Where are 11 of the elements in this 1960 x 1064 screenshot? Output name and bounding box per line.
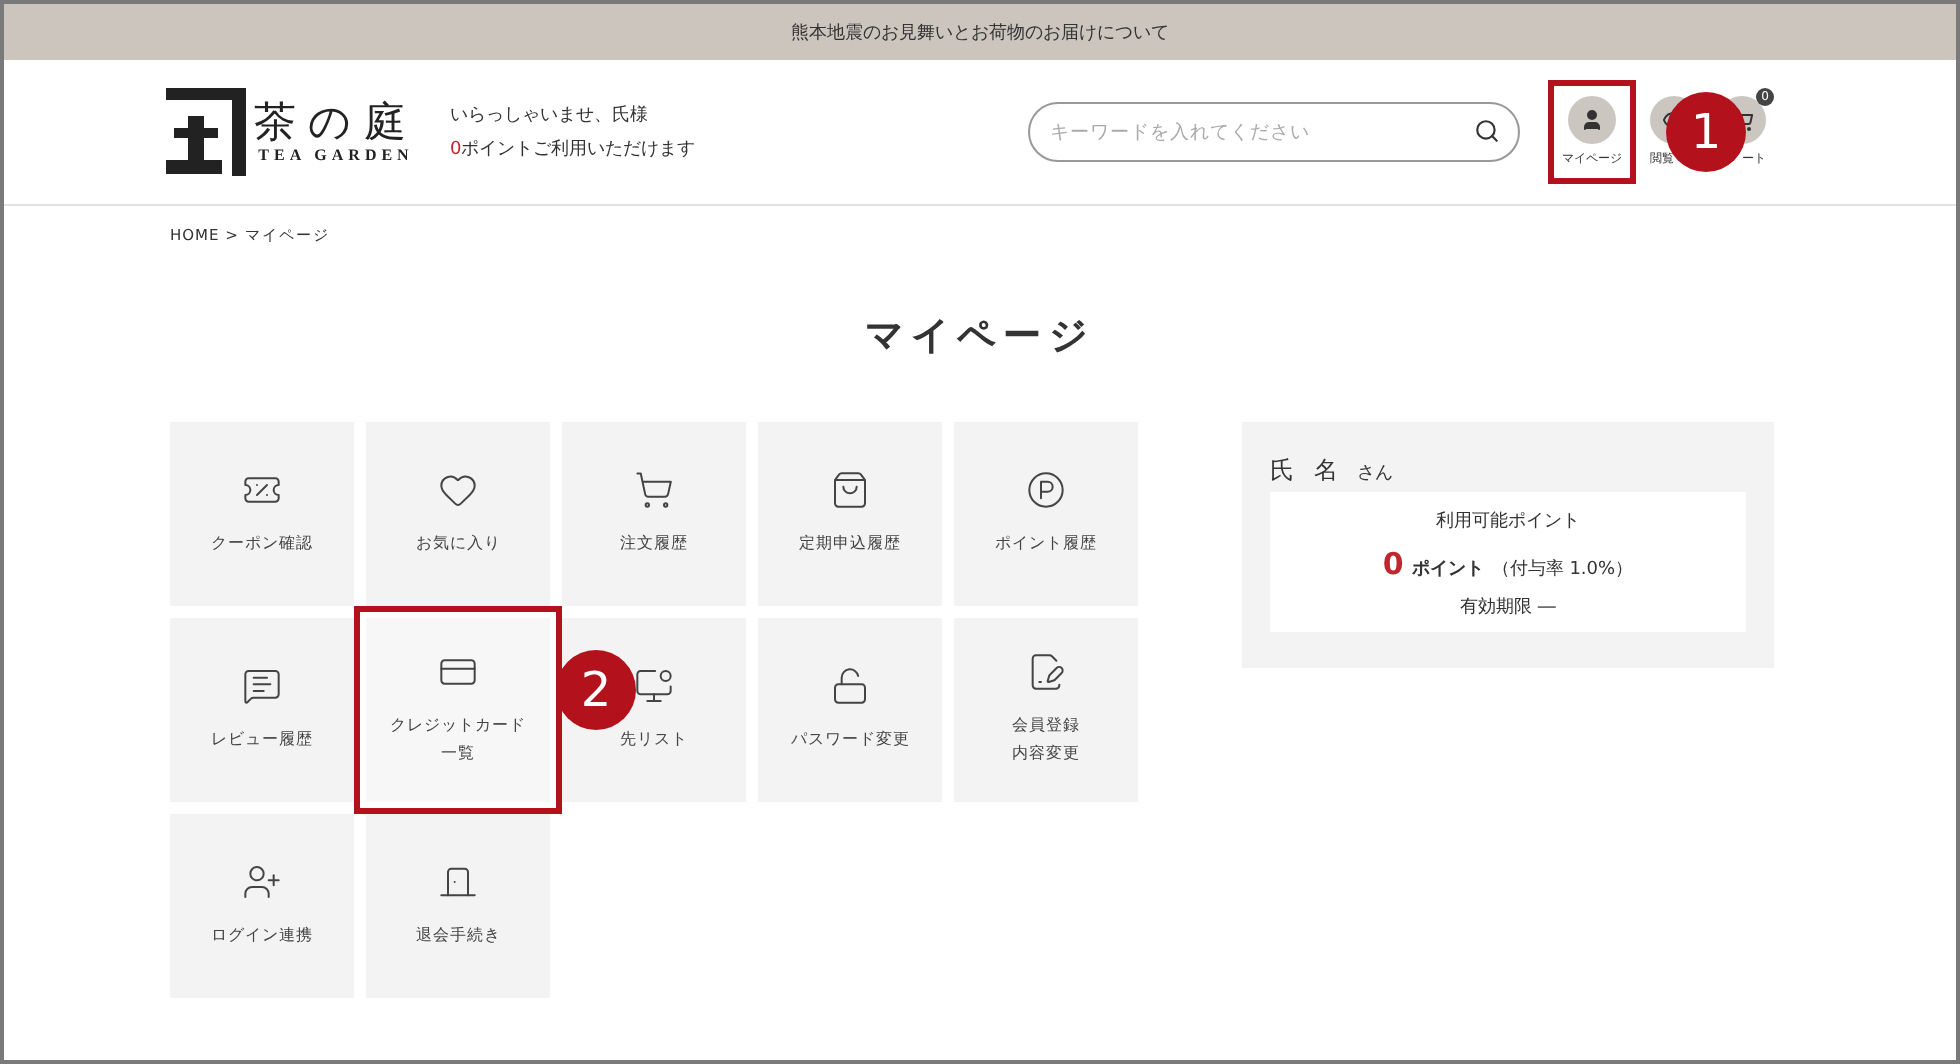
points-expiry: 有効期限 ―	[1460, 595, 1556, 620]
points-unit: ポイント	[1411, 557, 1484, 582]
points-label: 利用可能ポイント	[1436, 509, 1580, 534]
page-title: マイページ	[863, 312, 1097, 362]
points-rate: （付与率 1.0%）	[1491, 557, 1634, 582]
points-value: 0	[1382, 546, 1404, 582]
points-notice: 0ポイントご利用いただけます	[450, 137, 696, 162]
logo-name: 茶の庭	[254, 99, 418, 147]
greeting: いらっしゃいませ、氏様	[450, 103, 650, 128]
logo-subtitle: TEA GARDEN	[258, 146, 414, 165]
member-name: 氏 名 さん	[1270, 454, 1396, 488]
